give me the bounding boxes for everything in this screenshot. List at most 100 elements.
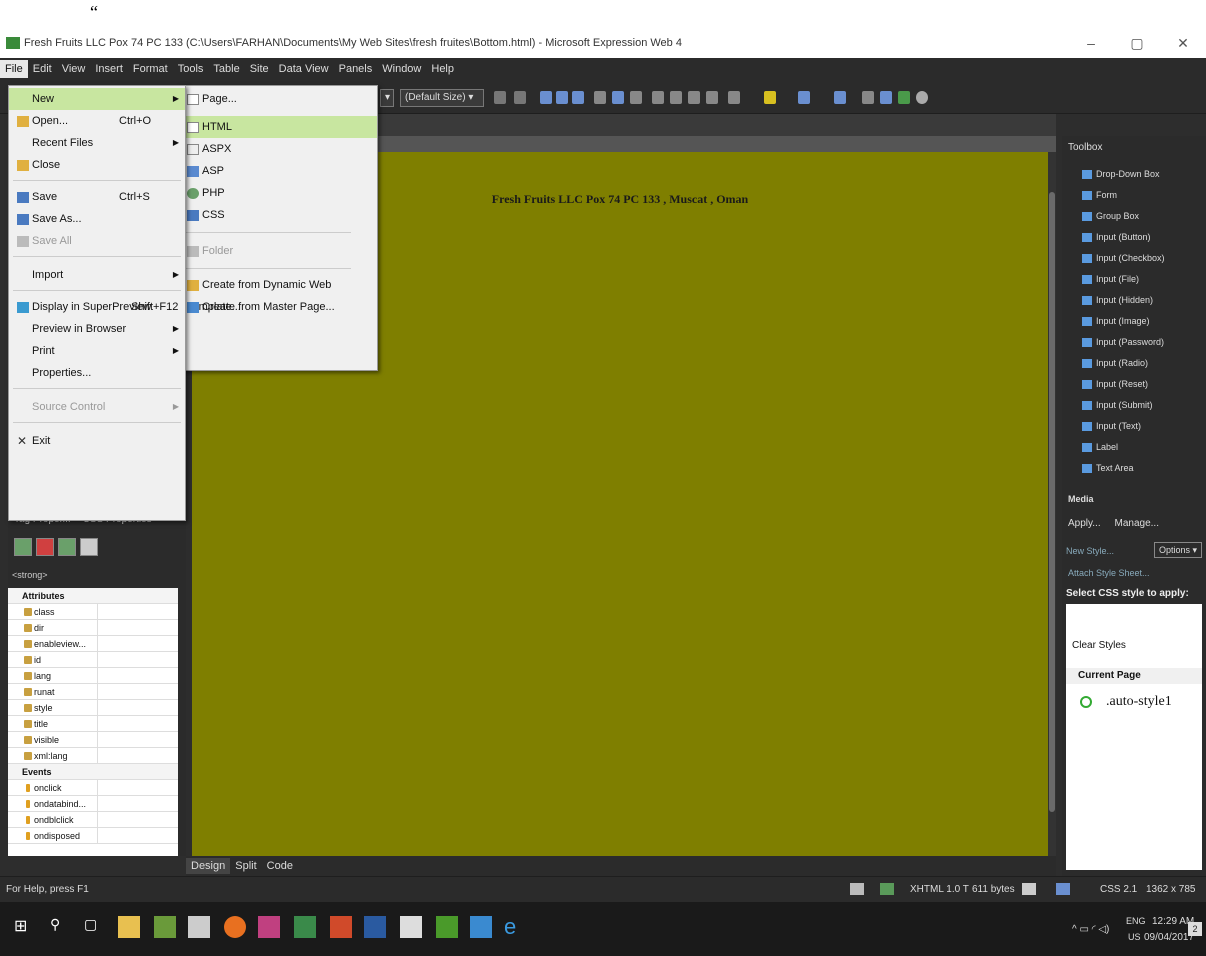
events-group[interactable]: Events bbox=[8, 764, 178, 780]
tab-code[interactable]: Code bbox=[262, 858, 298, 874]
menu-insert[interactable]: Insert bbox=[90, 60, 128, 78]
tab-apply-styles[interactable]: Apply... bbox=[1068, 518, 1101, 529]
page-dimensions[interactable]: 1362 x 785 bbox=[1146, 884, 1196, 895]
css-version[interactable]: CSS 2.1 bbox=[1100, 884, 1137, 895]
align-right-icon[interactable] bbox=[630, 91, 642, 104]
borders-icon[interactable] bbox=[728, 91, 740, 104]
file-explorer-icon[interactable] bbox=[118, 916, 140, 938]
toolbox-item[interactable]: Input (Checkbox) bbox=[1080, 248, 1198, 269]
tab-split[interactable]: Split bbox=[230, 858, 261, 874]
menu-edit[interactable]: Edit bbox=[28, 60, 57, 78]
menu-item-save-all[interactable]: Save All bbox=[9, 230, 185, 252]
menu-item-new[interactable]: New ▶ bbox=[9, 88, 185, 110]
sort-icon[interactable] bbox=[36, 538, 54, 556]
table-row[interactable]: ondblclick bbox=[8, 812, 178, 828]
table-row[interactable]: ondatabind... bbox=[8, 796, 178, 812]
font-combo-arrow[interactable]: ▾ bbox=[380, 89, 394, 107]
notification-badge[interactable]: 2 bbox=[1188, 922, 1202, 936]
menu-site[interactable]: Site bbox=[245, 60, 274, 78]
menu-tools[interactable]: Tools bbox=[173, 60, 209, 78]
compatibility-icon[interactable] bbox=[880, 883, 894, 895]
underline-icon[interactable] bbox=[572, 91, 584, 104]
new-asp-item[interactable]: ASP bbox=[179, 160, 377, 182]
menu-item-properties[interactable]: Properties... bbox=[9, 362, 185, 384]
vertical-scrollbar[interactable] bbox=[1048, 152, 1056, 856]
excel-icon[interactable] bbox=[294, 916, 316, 938]
menu-item-import[interactable]: Import ▶ bbox=[9, 264, 185, 286]
powerpoint-icon[interactable] bbox=[330, 916, 352, 938]
menu-item-save-as[interactable]: Save As... bbox=[9, 208, 185, 230]
table-row[interactable]: class bbox=[8, 604, 178, 620]
table-row[interactable]: enableview... bbox=[8, 636, 178, 652]
options-icon[interactable] bbox=[80, 538, 98, 556]
scroll-thumb[interactable] bbox=[1049, 192, 1055, 812]
menu-item-print[interactable]: Print ▶ bbox=[9, 340, 185, 362]
menu-item-preview-in-browser[interactable]: Preview in Browser ▶ bbox=[9, 318, 185, 340]
attach-style-sheet-link[interactable]: Attach Style Sheet... bbox=[1068, 568, 1150, 578]
users-icon[interactable] bbox=[898, 91, 910, 104]
task-view-icon[interactable]: ▢ bbox=[84, 916, 106, 938]
language-indicator[interactable]: ENG bbox=[1126, 916, 1146, 926]
table-row[interactable]: runat bbox=[8, 684, 178, 700]
minimize-button[interactable]: – bbox=[1068, 28, 1114, 58]
word-icon[interactable] bbox=[364, 916, 386, 938]
menu-data-view[interactable]: Data View bbox=[274, 60, 334, 78]
italic-icon[interactable] bbox=[556, 91, 568, 104]
align-center-icon[interactable] bbox=[612, 91, 624, 104]
menu-item-open[interactable]: Open... Ctrl+O bbox=[9, 110, 185, 132]
font-size-combo[interactable]: (Default Size) ▾ bbox=[400, 89, 484, 107]
decrease-indent-icon[interactable] bbox=[688, 91, 700, 104]
table-row[interactable]: ondisposed bbox=[8, 828, 178, 844]
toolbox-item[interactable]: Input (Radio) bbox=[1080, 353, 1198, 374]
show-categorized-icon[interactable] bbox=[14, 538, 32, 556]
toolbox-item[interactable]: Drop-Down Box bbox=[1080, 164, 1198, 185]
edge-icon[interactable]: e bbox=[504, 916, 526, 938]
toolbox-item[interactable]: Text Area bbox=[1080, 458, 1198, 479]
new-html-item[interactable]: HTML bbox=[179, 116, 377, 138]
toolbox-media-group[interactable]: Media bbox=[1068, 494, 1094, 504]
new-php-item[interactable]: PHP bbox=[179, 182, 377, 204]
highlight-icon[interactable] bbox=[764, 91, 776, 104]
menu-item-recent-files[interactable]: Recent Files ▶ bbox=[9, 132, 185, 154]
attributes-group[interactable]: Attributes bbox=[8, 588, 178, 604]
auto-style-item[interactable]: .auto-style1 bbox=[1106, 694, 1172, 710]
store-icon[interactable] bbox=[470, 916, 492, 938]
menu-item-superpreview[interactable]: Display in SuperPreview Shift+F12 bbox=[9, 296, 185, 318]
font-color-icon[interactable] bbox=[798, 91, 810, 104]
menu-file[interactable]: File bbox=[0, 60, 28, 78]
search-icon[interactable]: ⚲ bbox=[50, 916, 72, 938]
redo-icon[interactable] bbox=[514, 91, 526, 104]
app-icon[interactable] bbox=[154, 916, 176, 938]
media-player-icon[interactable] bbox=[400, 916, 422, 938]
toolbox-item[interactable]: Group Box bbox=[1080, 206, 1198, 227]
new-aspx-item[interactable]: ASPX bbox=[179, 138, 377, 160]
toolbox-item[interactable]: Input (Text) bbox=[1080, 416, 1198, 437]
toolbox-item[interactable]: Form bbox=[1080, 185, 1198, 206]
toolbox-item[interactable]: Input (File) bbox=[1080, 269, 1198, 290]
show-set-properties-icon[interactable] bbox=[58, 538, 76, 556]
table-row[interactable]: title bbox=[8, 716, 178, 732]
calculator-icon[interactable] bbox=[188, 916, 210, 938]
clear-styles-item[interactable]: Clear Styles bbox=[1072, 640, 1126, 651]
create-from-dwt-item[interactable]: Create from Dynamic Web Template... bbox=[179, 274, 377, 313]
new-folder-item[interactable]: Folder bbox=[179, 240, 377, 262]
table-row[interactable]: lang bbox=[8, 668, 178, 684]
region-indicator[interactable]: US bbox=[1128, 932, 1141, 942]
numbered-list-icon[interactable] bbox=[652, 91, 664, 104]
menu-view[interactable]: View bbox=[57, 60, 91, 78]
toolbox-item[interactable]: Input (Reset) bbox=[1080, 374, 1198, 395]
tab-manage-styles[interactable]: Manage... bbox=[1115, 518, 1159, 529]
menu-help[interactable]: Help bbox=[426, 60, 459, 78]
new-css-item[interactable]: CSS bbox=[179, 204, 377, 226]
table-row[interactable]: style bbox=[8, 700, 178, 716]
menu-item-save[interactable]: Save Ctrl+S bbox=[9, 186, 185, 208]
windows-start-icon[interactable]: ⊞ bbox=[14, 916, 36, 938]
layer-icon[interactable] bbox=[834, 91, 846, 104]
menu-item-close[interactable]: Close bbox=[9, 154, 185, 176]
new-page-item[interactable]: Page... bbox=[179, 88, 377, 110]
edit-icon[interactable] bbox=[1022, 883, 1036, 895]
table-row[interactable]: visible bbox=[8, 732, 178, 748]
visual-aids-icon[interactable] bbox=[850, 883, 864, 895]
css-icon[interactable] bbox=[1056, 883, 1070, 895]
options-button[interactable]: Options ▾ bbox=[1154, 542, 1202, 558]
